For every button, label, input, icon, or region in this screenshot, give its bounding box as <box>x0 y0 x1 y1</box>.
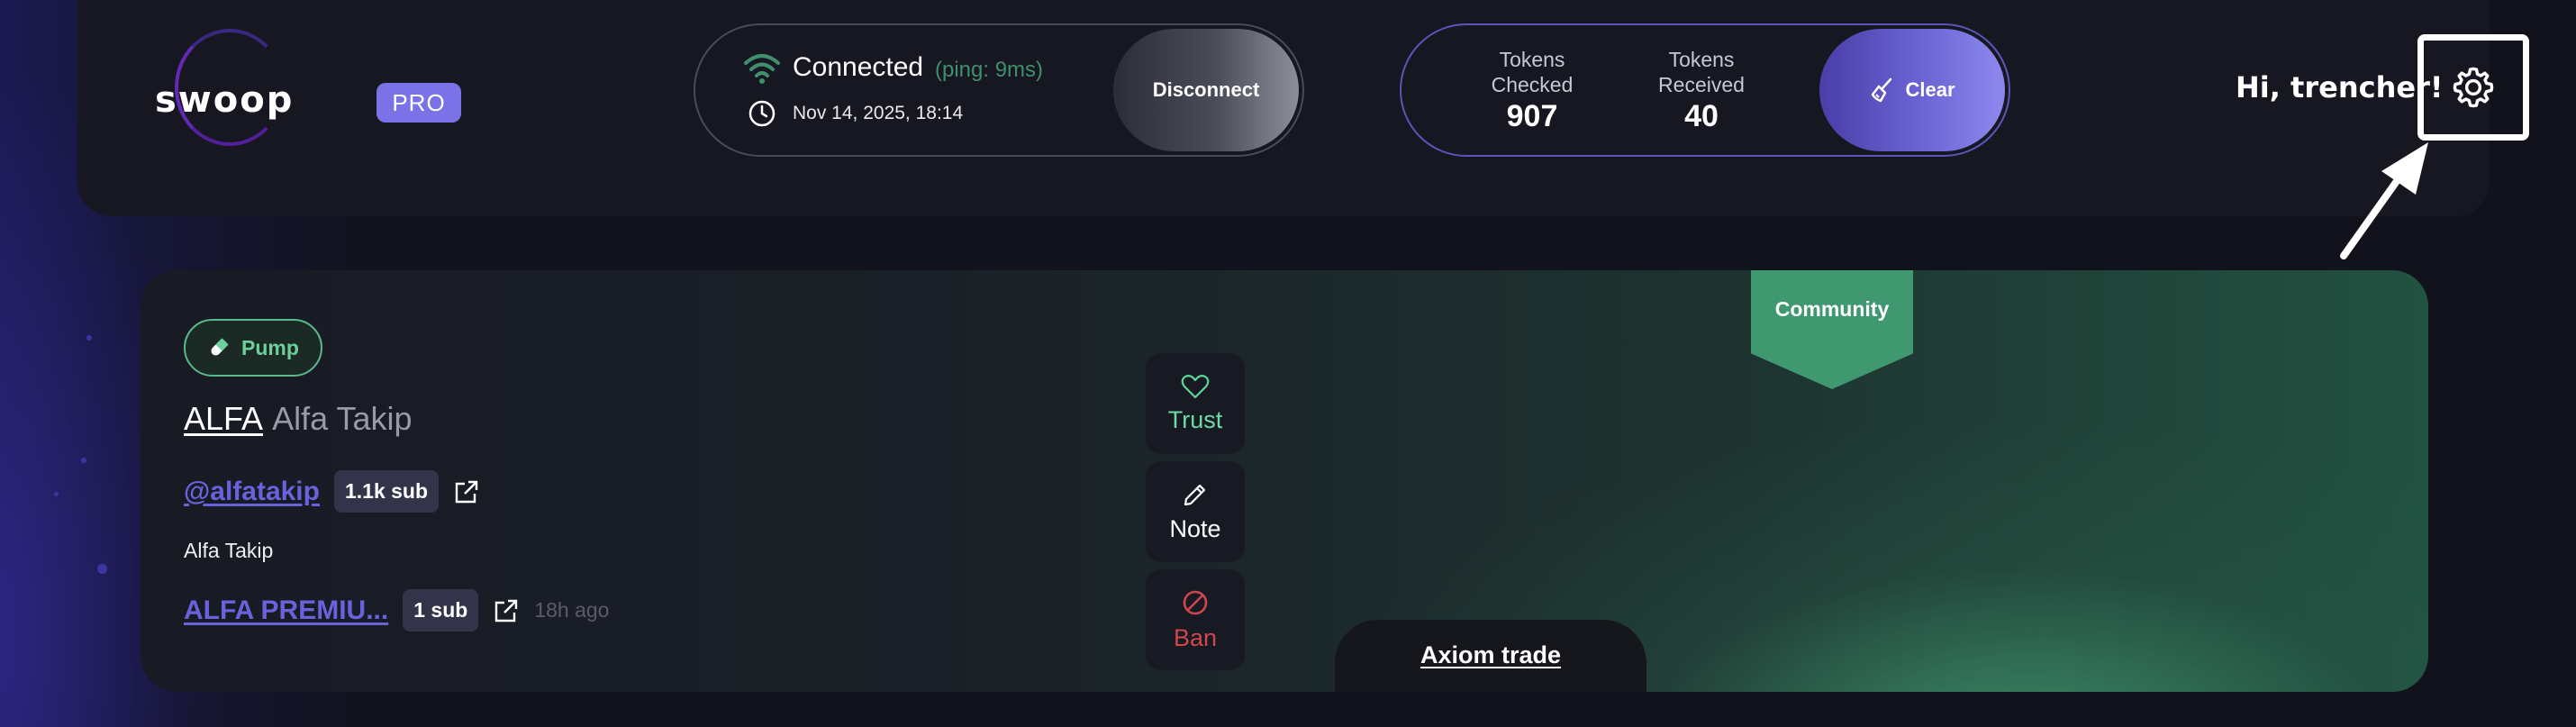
pro-badge: PRO <box>376 83 461 123</box>
note-button[interactable]: Note <box>1146 461 1245 562</box>
community-tag: Community <box>1751 270 1913 389</box>
connection-ping: (ping: 9ms) <box>935 58 1044 82</box>
platform-badge: Pump <box>184 319 322 377</box>
token-card: Pump ALFA Alfa Takip @alfatakip 1.1k sub … <box>141 270 2428 692</box>
token-age: 18h ago <box>534 598 610 622</box>
background-dot <box>81 458 86 463</box>
heart-icon <box>1181 374 1210 398</box>
channel-link[interactable]: ALFA PREMIU... <box>184 595 388 626</box>
top-header: swoop PRO Connected (ping: 9ms) Nov 14, … <box>77 0 2529 259</box>
connection-datetime: Nov 14, 2025, 18:14 <box>793 103 964 123</box>
tokens-checked-label: Tokens <box>1499 48 1565 71</box>
brand-logo[interactable]: swoop <box>155 79 294 121</box>
social-handle-link[interactable]: @alfatakip <box>184 477 320 507</box>
connection-status: Connected <box>793 52 924 82</box>
clock-icon <box>748 100 776 127</box>
axiom-trade-link[interactable]: Axiom trade <box>1335 620 1646 692</box>
platform-label: Pump <box>241 335 299 359</box>
background-dot <box>97 564 107 574</box>
tokens-received-value: 40 <box>1684 99 1719 133</box>
social-row: @alfatakip 1.1k sub <box>184 470 480 513</box>
arrow-annotation <box>2340 142 2428 259</box>
token-ticker[interactable]: ALFA <box>184 400 263 437</box>
trust-label: Trust <box>1167 405 1223 433</box>
disconnect-button[interactable]: Disconnect <box>1113 29 1299 151</box>
background-dot <box>86 335 92 341</box>
tokens-checked-stat: Tokens Checked 907 <box>1474 47 1591 134</box>
user-greeting: Hi, trencher! <box>2236 70 2444 105</box>
broom-icon <box>1872 77 1892 103</box>
social-subs-badge: 1.1k sub <box>333 470 440 513</box>
external-link-icon[interactable] <box>493 597 520 624</box>
tokens-checked-value: 907 <box>1506 99 1558 133</box>
tokens-received-label: Tokens <box>1668 48 1735 71</box>
clear-label: Clear <box>1905 78 1955 101</box>
ban-label: Ban <box>1173 623 1218 651</box>
tokens-checked-label: Checked <box>1491 73 1574 96</box>
trust-button[interactable]: Trust <box>1146 353 1245 454</box>
wifi-icon <box>744 54 780 84</box>
connection-panel: Connected (ping: 9ms) Nov 14, 2025, 18:1… <box>694 23 1304 157</box>
token-description: Alfa Takip <box>184 539 274 562</box>
settings-button[interactable] <box>2417 34 2529 141</box>
clear-button[interactable]: Clear <box>1819 29 2005 151</box>
channel-row: ALFA PREMIU... 1 sub 18h ago <box>184 589 609 632</box>
token-name: Alfa Takip <box>272 400 413 437</box>
pencil-icon <box>1184 484 1206 505</box>
pill-icon <box>211 338 229 356</box>
tokens-panel: Tokens Checked 907 Tokens Received 40 Cl… <box>1400 23 2010 157</box>
ban-button[interactable]: Ban <box>1146 569 1245 670</box>
external-link-icon[interactable] <box>453 478 480 505</box>
background-dot <box>54 492 59 496</box>
channel-subs-badge: 1 sub <box>403 589 479 632</box>
token-title: ALFA Alfa Takip <box>184 400 413 438</box>
note-label: Note <box>1169 514 1221 542</box>
ban-icon <box>1183 590 1208 614</box>
tokens-received-label: Received <box>1658 73 1745 96</box>
gear-icon <box>2453 67 2494 108</box>
tokens-received-stat: Tokens Received 40 <box>1643 47 1760 134</box>
